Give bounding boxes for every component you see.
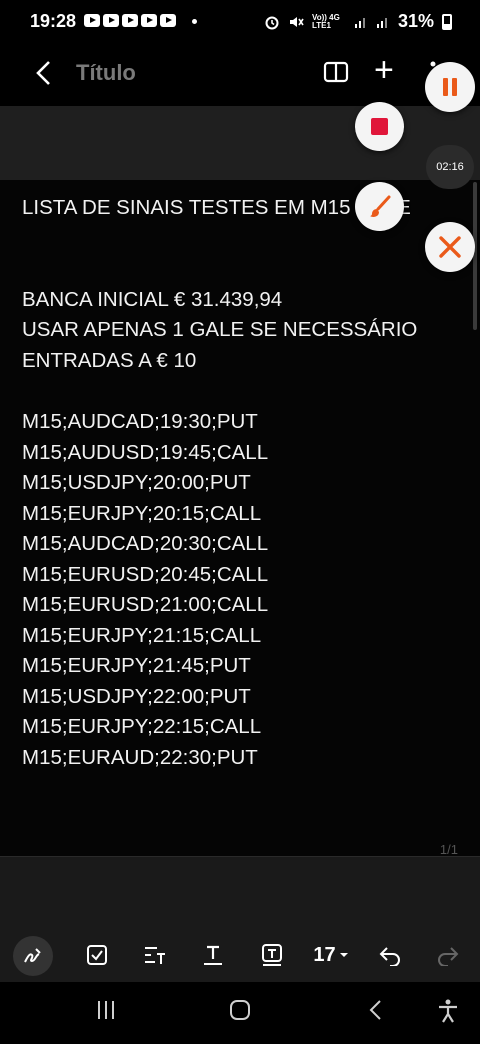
- status-bar: 19:28 Vo)) 4G LTE1 31%: [0, 0, 480, 44]
- pause-icon: [443, 78, 448, 96]
- formatting-toolbar: 17: [0, 928, 480, 982]
- pen-icon[interactable]: [13, 936, 53, 976]
- status-time: 19:28: [30, 11, 77, 31]
- text-style-icon[interactable]: [138, 938, 172, 972]
- signal-line: M15;USDJPY;22:00;PUT: [22, 685, 251, 708]
- youtube-notification-icon: [103, 14, 119, 27]
- more-notifications-dot-icon: [192, 19, 197, 24]
- battery-percent: 31%: [397, 11, 434, 31]
- signal-icon: [354, 17, 365, 28]
- note-title[interactable]: Título: [76, 60, 136, 86]
- signal-line: M15;EURUSD;20:45;CALL: [22, 563, 269, 586]
- signal-line: M15;EURJPY;21:15;CALL: [22, 624, 262, 647]
- system-nav-bar: [0, 982, 480, 1044]
- redo-icon[interactable]: [431, 938, 465, 972]
- recorder-pause-button[interactable]: [425, 62, 475, 112]
- signal-line: M15;USDJPY;20:00;PUT: [22, 471, 251, 494]
- signal-line: M15;EURJPY;21:45;PUT: [22, 654, 251, 677]
- recorder-tools-button[interactable]: [425, 222, 475, 272]
- home-icon[interactable]: [228, 998, 252, 1022]
- signal-line: M15;EURJPY;22:15;CALL: [22, 715, 262, 738]
- text-box-icon[interactable]: [255, 938, 289, 972]
- youtube-notification-icon: [122, 14, 138, 27]
- doc-line-banca: BANCA INICIAL € 31.439,94: [22, 288, 283, 311]
- doc-line-heading: LISTA DE SINAIS TESTES EM M15 ... ITE: [22, 196, 411, 219]
- tools-icon: [439, 236, 461, 258]
- youtube-notification-icon: [141, 14, 157, 27]
- stop-icon: [371, 118, 388, 135]
- scrollbar[interactable]: [473, 182, 477, 330]
- undo-icon[interactable]: [373, 938, 407, 972]
- signal-line: M15;EURUSD;21:00;CALL: [22, 593, 269, 616]
- signal-line: M15;AUDCAD;19:30;PUT: [22, 410, 258, 433]
- doc-line-entradas: ENTRADAS A € 10: [22, 349, 197, 372]
- signal-icon-2: [376, 17, 387, 28]
- status-right: Vo)) 4G LTE1 31%: [264, 11, 452, 32]
- notification-icons: [84, 14, 176, 27]
- recorder-stop-button[interactable]: [355, 102, 404, 151]
- mute-icon: [289, 16, 304, 27]
- page-indicator: 1/1: [439, 842, 458, 857]
- youtube-notification-icon: [160, 14, 176, 27]
- chevron-down-icon: [339, 953, 348, 957]
- accessibility-icon[interactable]: [436, 998, 460, 1024]
- recorder-timer: 02:16: [426, 145, 474, 189]
- nav-back-icon[interactable]: [364, 998, 388, 1022]
- text-underline-icon[interactable]: [196, 938, 230, 972]
- book-view-icon[interactable]: [323, 60, 349, 84]
- app-bar: Título +: [0, 44, 480, 106]
- signal-line: M15;AUDUSD;19:45;CALL: [22, 441, 269, 464]
- signal-line: M15;EURAUD;22:30;PUT: [22, 746, 258, 769]
- toolbar-band: [0, 106, 480, 180]
- network-label: Vo)) 4G LTE1: [311, 12, 340, 30]
- alarm-icon: [265, 16, 279, 29]
- plus-icon[interactable]: +: [374, 53, 394, 87]
- font-size-value: 17: [313, 943, 336, 966]
- battery-icon: [442, 13, 452, 30]
- signal-line: M15;EURJPY;20:15;CALL: [22, 502, 262, 525]
- signal-line: M15;AUDCAD;20:30;CALL: [22, 532, 269, 555]
- checkbox-icon[interactable]: [80, 938, 114, 972]
- recents-icon[interactable]: [94, 998, 118, 1022]
- youtube-notification-icon: [84, 14, 100, 27]
- font-size-dropdown[interactable]: 17: [310, 938, 352, 972]
- back-arrow-icon[interactable]: [30, 58, 60, 88]
- brush-icon: [369, 195, 390, 217]
- doc-line-gale: USAR APENAS 1 GALE SE NECESSÁRIO: [22, 318, 418, 341]
- recorder-draw-button[interactable]: [355, 182, 404, 231]
